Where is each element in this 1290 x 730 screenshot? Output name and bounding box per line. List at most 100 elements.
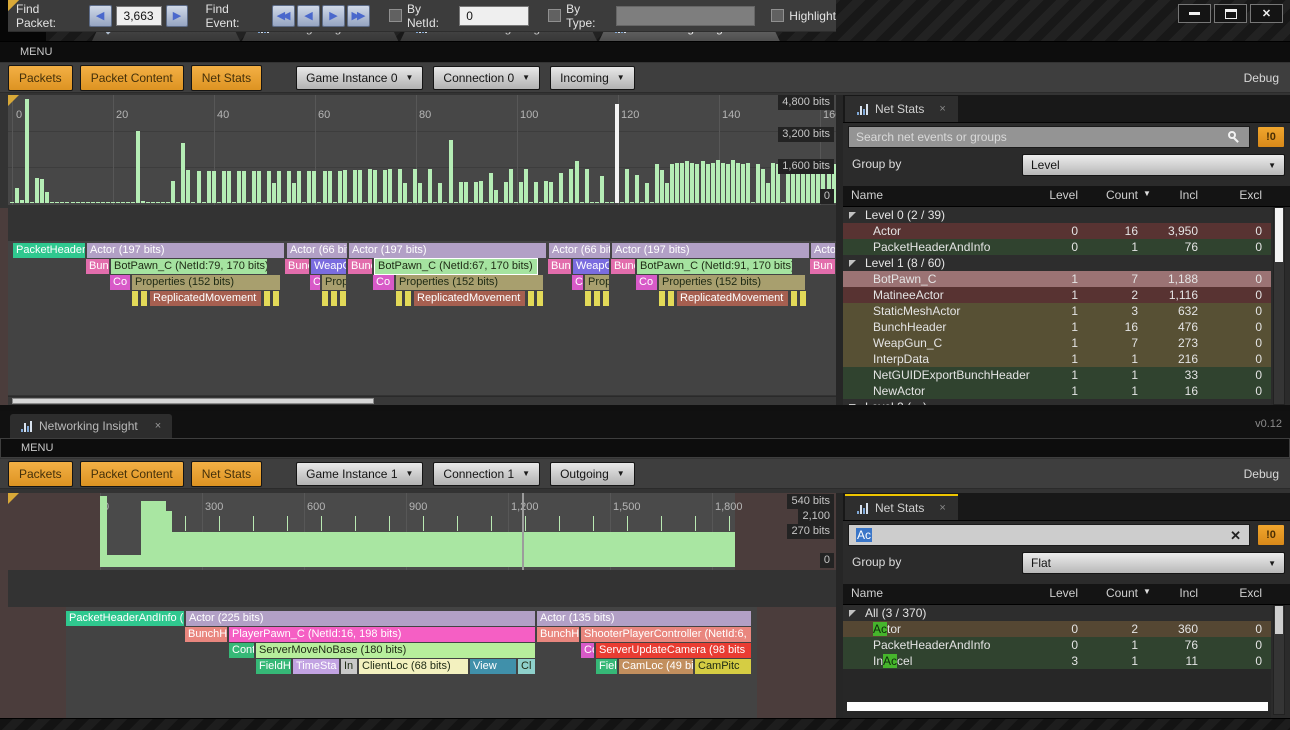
packets-button[interactable]: Packets [8, 461, 73, 487]
packet-event-segment[interactable]: Actor (66 bit [287, 243, 347, 258]
packet-event-segment[interactable]: PlayerPawn_C (NetId:16, 198 bits) [229, 627, 535, 642]
packet-event-block[interactable] [528, 291, 534, 306]
packet-event-segment[interactable]: Prop [585, 275, 609, 290]
menu-label[interactable]: MENU [21, 442, 53, 454]
packet-event-segment[interactable]: Bunc [285, 259, 309, 274]
table-group-row[interactable]: Level 1 (8 / 60) [843, 255, 1271, 271]
table-group-row[interactable]: All (3 / 370) [843, 605, 1271, 621]
packet-event-block[interactable] [537, 291, 543, 306]
by-netid-checkbox[interactable] [389, 9, 402, 22]
packet-event-segment[interactable]: Actor (197 bits) [612, 243, 809, 258]
minimize-button[interactable] [1178, 4, 1211, 23]
col-count[interactable]: Count [1083, 188, 1138, 202]
packet-event-block[interactable] [405, 291, 411, 306]
packet-event-block[interactable] [331, 291, 337, 306]
table-row[interactable]: NetGUIDExportBunchHeader11330 [843, 367, 1271, 383]
packet-event-block[interactable] [585, 291, 591, 306]
packet-number-input[interactable]: 3,663 [116, 6, 162, 26]
packet-event-block[interactable] [340, 291, 346, 306]
v-scrollbar-thumb[interactable] [1275, 606, 1283, 634]
expand-triangle-icon[interactable] [849, 610, 856, 617]
expand-triangle-icon[interactable] [849, 212, 856, 219]
packet-event-segment[interactable]: C [572, 275, 583, 290]
packets-chart-2[interactable]: 03006009001,2001,5001,800540 bits2,10027… [8, 493, 836, 570]
packet-event-block[interactable] [594, 291, 600, 306]
dropdown-game-instance-1[interactable]: Game Instance 1▼ [296, 462, 423, 486]
group-by-dropdown[interactable]: Flat▼ [1022, 552, 1285, 574]
filter-count-button[interactable]: !0 [1257, 524, 1285, 546]
packet-event-segment[interactable]: BunchH [537, 627, 579, 642]
menu-bar[interactable]: MENU [0, 42, 1290, 62]
dropdown-game-instance-0[interactable]: Game Instance 0▼ [296, 66, 423, 90]
search-input[interactable]: Ac✕ [848, 524, 1250, 546]
highlight-checkbox[interactable] [771, 9, 784, 22]
packet-event-segment[interactable]: Properties (152 bits) [132, 275, 280, 290]
table-row[interactable]: StaticMeshActor136320 [843, 303, 1271, 319]
dropdown-connection-0[interactable]: Connection 0▼ [433, 66, 540, 90]
col-name[interactable]: Name [851, 586, 883, 600]
col-name[interactable]: Name [851, 188, 883, 202]
prev-packet-button[interactable]: ◀ [89, 5, 112, 27]
packet-content-tree-1[interactable]: PacketHeaderActor (197 bits)Actor (66 bi… [8, 241, 836, 395]
table-row[interactable]: InterpData112160 [843, 351, 1271, 367]
net-stats-button[interactable]: Net Stats [191, 65, 262, 91]
dropdown-connection-1[interactable]: Connection 1▼ [433, 462, 540, 486]
last-event-button[interactable]: ▶▶ [347, 5, 370, 27]
close-icon[interactable]: × [939, 502, 945, 514]
packet-event-block[interactable] [800, 291, 806, 306]
packet-event-segment[interactable]: ShooterPlayerController (NetId:6, [581, 627, 751, 642]
close-button[interactable]: ✕ [1250, 4, 1283, 23]
packet-event-segment[interactable]: TimeSta [293, 659, 339, 674]
panel-divider[interactable] [836, 95, 843, 410]
packet-event-block[interactable] [264, 291, 270, 306]
packet-event-segment[interactable]: Acto [811, 243, 835, 258]
packets-chart-1[interactable]: 0204060801001201401604,800 bits3,200 bit… [8, 95, 836, 205]
maximize-button[interactable] [1214, 4, 1247, 23]
packet-event-segment[interactable]: Cont [229, 643, 254, 658]
packet-event-segment[interactable]: Prop [322, 275, 346, 290]
packet-event-segment[interactable]: Cl [518, 659, 535, 674]
packet-event-block[interactable] [322, 291, 328, 306]
packets-button[interactable]: Packets [8, 65, 73, 91]
table-row[interactable]: PacketHeaderAndInfo01760 [843, 239, 1271, 255]
packet-event-segment[interactable]: Properties (152 bits) [396, 275, 543, 290]
table-row[interactable]: Actor023600 [843, 621, 1271, 637]
packet-event-segment[interactable]: Co [636, 275, 657, 290]
packet-event-segment[interactable]: Co [581, 643, 594, 658]
packet-event-segment[interactable]: Actor (66 bit [549, 243, 610, 258]
packet-event-segment[interactable]: ServerMoveNoBase (180 bits) [256, 643, 535, 658]
table-row[interactable]: InAccel31110 [843, 653, 1271, 669]
packet-event-segment[interactable]: Co [373, 275, 394, 290]
net-stats-button[interactable]: Net Stats [191, 461, 262, 487]
packet-event-segment[interactable]: Actor (197 bits) [87, 243, 284, 258]
menu-bar-2[interactable]: MENU [0, 438, 1290, 458]
h-scrollbar-thumb[interactable] [847, 702, 1268, 711]
col-level[interactable]: Level [1023, 188, 1078, 202]
close-icon[interactable]: × [145, 420, 161, 432]
packet-event-segment[interactable]: WeapG [573, 259, 609, 274]
packet-event-segment[interactable]: BotPawn_C (NetId:79, 170 bits) [111, 259, 267, 274]
v-scrollbar[interactable] [1273, 605, 1285, 715]
dropdown-incoming[interactable]: Incoming▼ [550, 66, 635, 90]
filter-count-button[interactable]: !0 [1257, 126, 1285, 148]
packet-event-block[interactable] [396, 291, 402, 306]
packet-event-segment[interactable]: Bunc [548, 259, 571, 274]
col-incl[interactable]: Incl [1135, 188, 1198, 202]
table-row[interactable]: BotPawn_C171,1880 [843, 271, 1271, 287]
close-icon[interactable]: × [939, 103, 945, 115]
packet-event-segment[interactable]: Fiel [596, 659, 617, 674]
menu-label[interactable]: MENU [20, 46, 52, 58]
packet-event-segment[interactable]: ReplicatedMovement [677, 291, 788, 306]
packet-content-button[interactable]: Packet Content [80, 65, 184, 91]
first-event-button[interactable]: ◀◀ [272, 5, 295, 27]
table-row[interactable]: PacketHeaderAndInfo01760 [843, 637, 1271, 653]
packet-event-segment[interactable]: BotPawn_C (NetId:67, 170 bits) [375, 259, 537, 274]
packet-event-segment[interactable]: PacketHeader [13, 243, 85, 258]
packet-event-segment[interactable]: ClientLoc (68 bits) [359, 659, 468, 674]
packet-event-segment[interactable]: WeapG [311, 259, 346, 274]
tab-net-stats[interactable]: Net Stats× [845, 96, 958, 122]
col-count[interactable]: Count [1083, 586, 1138, 600]
tab-net-stats[interactable]: Net Stats× [845, 494, 958, 520]
search-input[interactable]: Search net events or groups [848, 126, 1250, 148]
packet-event-segment[interactable]: Bunc [611, 259, 635, 274]
